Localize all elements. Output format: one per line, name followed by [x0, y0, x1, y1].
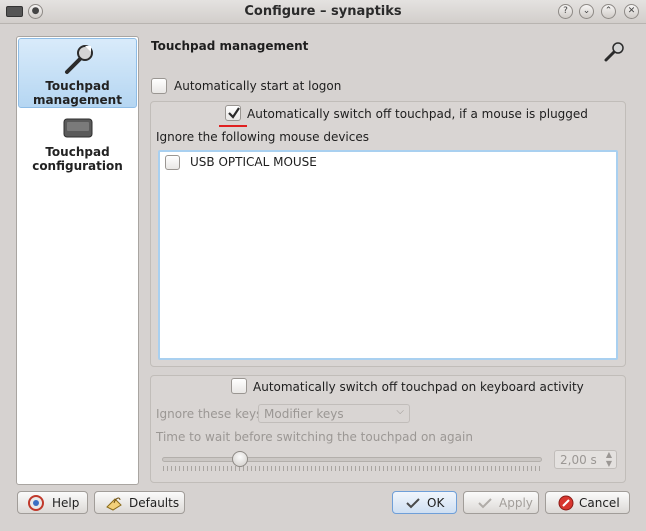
- auto-start-checkbox[interactable]: [151, 78, 167, 94]
- help-icon[interactable]: ?: [558, 4, 573, 19]
- switch-off-keyboard-checkbox[interactable]: [231, 378, 247, 394]
- mouse-device-list[interactable]: USB OPTICAL MOUSE: [158, 150, 618, 360]
- switch-off-mouse-checkbox[interactable]: [225, 105, 241, 121]
- device-label: USB OPTICAL MOUSE: [190, 155, 317, 169]
- ok-label: OK: [427, 496, 445, 510]
- sidebar-item-touchpad-configuration[interactable]: Touchpad configuration: [18, 109, 137, 179]
- apply-button[interactable]: Apply: [463, 491, 539, 514]
- wait-time-slider-track[interactable]: [162, 457, 542, 462]
- touchpad-icon: [63, 118, 92, 138]
- defaults-label: Defaults: [129, 496, 180, 510]
- help-label: Help: [52, 496, 80, 510]
- window-title: Configure – synaptiks: [244, 4, 402, 19]
- list-item[interactable]: USB OPTICAL MOUSE: [163, 154, 463, 172]
- slider-ticks: [163, 466, 541, 471]
- help-button[interactable]: Help: [17, 491, 88, 514]
- ok-button[interactable]: OK: [392, 491, 457, 514]
- switch-off-keyboard-label: Automatically switch off touchpad on key…: [253, 380, 584, 394]
- ignore-devices-label: Ignore the following mouse devices: [156, 130, 369, 144]
- defaults-button[interactable]: Defaults: [94, 491, 185, 514]
- switch-off-mouse-label: Automatically switch off touchpad, if a …: [247, 107, 588, 121]
- wrench-icon: [64, 45, 93, 74]
- sidebar-item-label: Touchpad management: [33, 79, 122, 107]
- wait-time-spinbox[interactable]: 2,00 s ▲ ▼: [554, 450, 617, 469]
- title-bar: ● Configure – synaptiks ? ⌄ ⌃ ✕: [0, 0, 646, 24]
- maximize-icon[interactable]: ⌃: [601, 4, 616, 19]
- ignore-keys-label: Ignore these keys: [156, 407, 263, 421]
- ignore-keys-select[interactable]: Modifier keys ⌵: [258, 404, 410, 423]
- cancel-button[interactable]: Cancel: [545, 491, 630, 514]
- checkmark-icon: [406, 498, 420, 509]
- focus-underline: [219, 125, 247, 127]
- page-title: Touchpad management: [151, 39, 309, 53]
- checkmark-icon: [478, 498, 492, 509]
- cancel-label: Cancel: [579, 496, 620, 510]
- close-icon[interactable]: ✕: [624, 4, 639, 19]
- sidebar-item-label: Touchpad configuration: [32, 145, 123, 173]
- chevron-down-icon: ⌵: [396, 406, 404, 417]
- help-icon: [28, 495, 44, 511]
- sidebar: Touchpad management Touchpad configurati…: [16, 36, 139, 485]
- wait-time-label: Time to wait before switching the touchp…: [156, 430, 473, 444]
- device-checkbox[interactable]: [165, 155, 180, 170]
- ignore-keys-value: Modifier keys: [264, 407, 344, 421]
- defaults-icon: [106, 497, 122, 511]
- cancel-icon: [558, 495, 574, 511]
- wait-time-value: 2,00 s: [560, 453, 597, 467]
- checkmark-icon: [228, 107, 240, 119]
- spin-arrows-icon: ▲ ▼: [605, 450, 612, 468]
- apply-label: Apply: [499, 496, 533, 510]
- wait-time-slider-handle[interactable]: [232, 451, 248, 467]
- sidebar-item-touchpad-management[interactable]: Touchpad management: [18, 38, 137, 108]
- minimize-icon[interactable]: ⌄: [579, 4, 594, 19]
- auto-start-label: Automatically start at logon: [174, 79, 342, 93]
- wrench-icon: [604, 42, 624, 62]
